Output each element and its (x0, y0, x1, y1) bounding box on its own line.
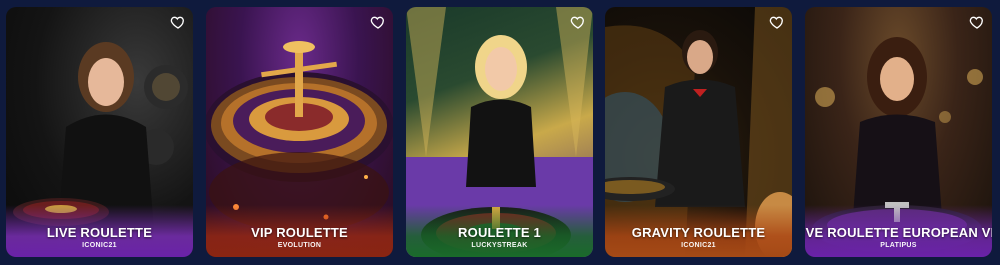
heart-outline-icon[interactable] (968, 13, 986, 31)
card-caption: GRAVITY ROULETTE ICONIC21 (605, 205, 792, 257)
game-title: VIP ROULETTE (251, 225, 348, 240)
heart-outline-icon[interactable] (369, 13, 387, 31)
heart-outline-icon[interactable] (569, 13, 587, 31)
game-provider: EVOLUTION (277, 242, 322, 249)
game-provider: PLATIPUS (880, 242, 917, 249)
game-provider: ICONIC21 (681, 242, 716, 249)
game-title: GRAVITY ROULETTE (631, 225, 766, 240)
game-card-live-roulette[interactable]: LIVE ROULETTE ICONIC21 (6, 7, 193, 257)
game-title: LIVE ROULETTE EUROPEAN VIP (805, 225, 992, 240)
game-provider: LUCKYSTREAK (471, 242, 528, 249)
heart-outline-icon[interactable] (169, 13, 187, 31)
card-caption: LIVE ROULETTE EUROPEAN VIP PLATIPUS (805, 205, 992, 257)
game-title: ROULETTE 1 (458, 225, 541, 240)
game-card-live-roulette-european-vip[interactable]: LIVE ROULETTE EUROPEAN VIP PLATIPUS (805, 7, 992, 257)
game-card-gravity-roulette[interactable]: GRAVITY ROULETTE ICONIC21 (605, 7, 792, 257)
card-caption: LIVE ROULETTE ICONIC21 (6, 205, 193, 257)
game-title: LIVE ROULETTE (46, 225, 153, 240)
game-provider: ICONIC21 (82, 242, 117, 249)
heart-outline-icon[interactable] (768, 13, 786, 31)
game-card-roulette-1[interactable]: ROULETTE 1 LUCKYSTREAK (406, 7, 593, 257)
card-caption: ROULETTE 1 LUCKYSTREAK (406, 205, 593, 257)
card-caption: VIP ROULETTE EVOLUTION (206, 205, 393, 257)
game-card-vip-roulette[interactable]: VIP ROULETTE EVOLUTION (206, 7, 393, 257)
game-carousel-row: LIVE ROULETTE ICONIC21 VIP ROULETTE EVOL… (0, 0, 1000, 265)
